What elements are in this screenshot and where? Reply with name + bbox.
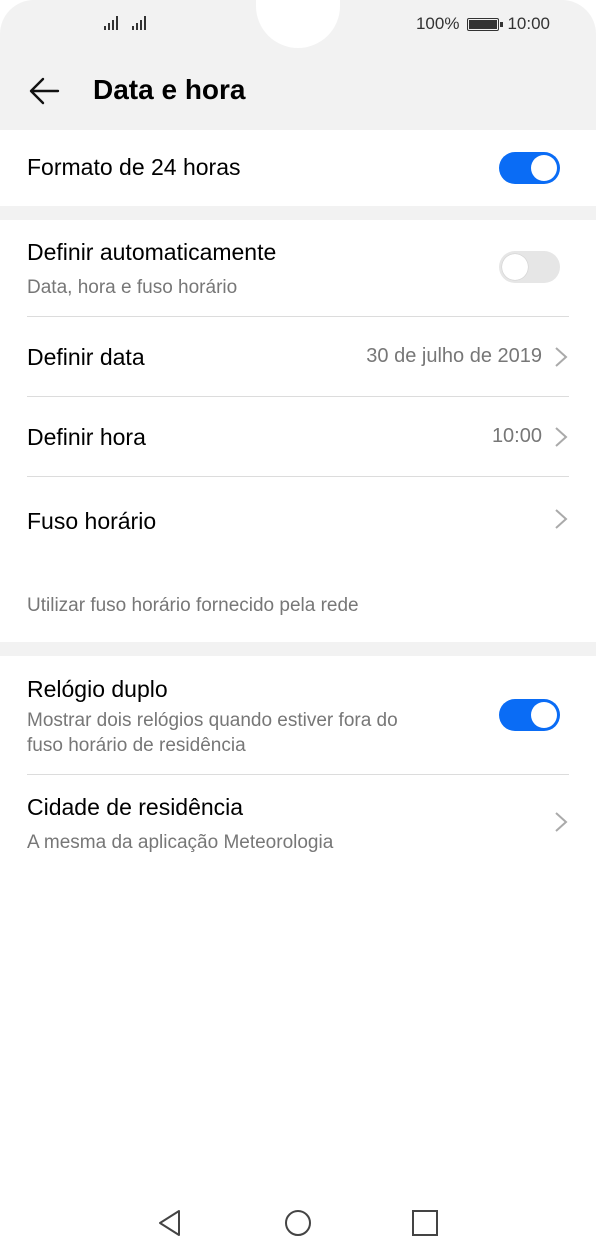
network-note: Utilizar fuso horário fornecido pela red… (27, 595, 359, 616)
format-24h-toggle[interactable] (499, 152, 560, 184)
nav-home-icon[interactable] (283, 1208, 313, 1238)
row-set-automatically[interactable]: Definir automaticamente Data, hora e fus… (0, 220, 596, 316)
row-title: Formato de 24 horas (27, 154, 241, 180)
toggle-knob (531, 702, 557, 728)
status-time: 10:00 (507, 14, 550, 33)
system-nav-bar (0, 1180, 596, 1260)
nav-recents-icon[interactable] (410, 1208, 440, 1238)
row-subtitle: A mesma da aplicação Meteorologia (27, 832, 334, 853)
network-note-row: Utilizar fuso horário fornecido pela red… (0, 563, 596, 642)
row-title: Fuso horário (27, 508, 157, 534)
row-subtitle: fuso horário de residência (27, 735, 246, 756)
back-arrow-icon[interactable] (28, 74, 62, 108)
signal-icon (104, 14, 118, 30)
header: Data e hora (0, 60, 596, 124)
row-title: Relógio duplo (27, 676, 168, 702)
toggle-knob (502, 254, 528, 280)
battery-percent: 100% (415, 14, 460, 33)
row-set-date[interactable]: Definir data 30 de julho de 2019 (0, 317, 596, 396)
row-value: 30 de julho de 2019 (366, 345, 542, 367)
row-subtitle: Data, hora e fuso horário (27, 277, 238, 298)
row-format-24h[interactable]: Formato de 24 horas (0, 130, 596, 206)
dual-clock-toggle[interactable] (499, 699, 560, 731)
toggle-knob (531, 155, 557, 181)
page-title: Data e hora (93, 74, 246, 105)
signal-indicators (104, 14, 146, 30)
screen: 100% 10:00 Data e hora Formato de 24 hor… (0, 0, 596, 1260)
row-value: 10:00 (491, 425, 542, 447)
app-bar: 100% 10:00 Data e hora (0, 0, 596, 130)
row-dual-clock[interactable]: Relógio duplo Mostrar dois relógios quan… (0, 656, 596, 774)
row-title: Definir hora (27, 424, 146, 450)
row-title: Cidade de residência (27, 794, 244, 820)
row-subtitle: Mostrar dois relógios quando estiver for… (27, 710, 398, 731)
chevron-right-icon (555, 347, 568, 367)
section-gap (0, 206, 596, 220)
battery-icon (467, 17, 504, 31)
row-set-time[interactable]: Definir hora 10:00 (0, 397, 596, 476)
chevron-right-icon (555, 812, 568, 832)
row-home-city[interactable]: Cidade de residência A mesma da aplicaçã… (0, 775, 596, 871)
row-time-zone[interactable]: Fuso horário (0, 477, 596, 563)
row-title: Definir data (27, 344, 145, 370)
status-right: 100% 10:00 (416, 14, 550, 34)
camera-notch (256, 0, 340, 48)
row-title: Definir automaticamente (27, 239, 277, 265)
signal-icon (132, 14, 146, 30)
chevron-right-icon (555, 427, 568, 447)
chevron-right-icon (555, 509, 568, 529)
section-gap (0, 642, 596, 656)
nav-back-icon[interactable] (155, 1208, 185, 1238)
auto-toggle[interactable] (499, 251, 560, 283)
